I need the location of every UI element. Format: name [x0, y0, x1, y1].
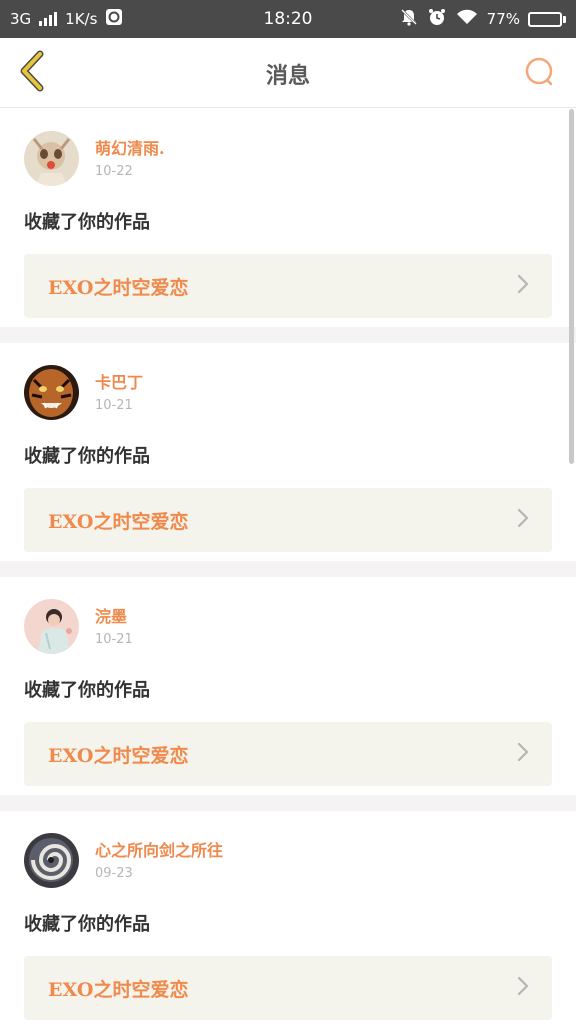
username[interactable]: 心之所向剑之所往 [95, 840, 223, 862]
message-date: 09-23 [95, 866, 133, 881]
message-action: 收藏了你的作品 [24, 446, 150, 467]
search-icon [523, 55, 557, 93]
chevron-right-icon [516, 975, 530, 1001]
message-meta: 卡巴丁 10-21 [95, 372, 143, 413]
work-title: EXO之时空爱恋 [48, 744, 189, 767]
message-action: 收藏了你的作品 [24, 680, 150, 701]
message-date: 10-22 [95, 164, 133, 179]
alarm-icon [427, 7, 447, 31]
message-header: 萌幻清雨. 10-22 [24, 131, 552, 186]
work-title: EXO之时空爱恋 [48, 978, 189, 1001]
search-button[interactable] [520, 54, 560, 94]
avatar[interactable] [24, 833, 79, 888]
message-card: 卡巴丁 10-21 收藏了你的作品 EXO之时空爱恋 [0, 343, 576, 561]
avatar[interactable] [24, 131, 79, 186]
message-card: 萌幻清雨. 10-22 收藏了你的作品 EXO之时空爱恋 [0, 109, 576, 327]
page-title: 消息 [265, 63, 310, 89]
battery-percent: 77% [486, 10, 520, 28]
chevron-right-icon [516, 507, 530, 533]
chevron-right-icon [516, 741, 530, 767]
message-date: 10-21 [95, 398, 133, 413]
work-link[interactable]: EXO之时空爱恋 [24, 488, 552, 552]
message-card: 心之所向剑之所往 09-23 收藏了你的作品 EXO之时空爱恋 [0, 811, 576, 1024]
message-action: 收藏了你的作品 [24, 914, 150, 935]
work-link[interactable]: EXO之时空爱恋 [24, 956, 552, 1020]
avatar[interactable] [24, 599, 79, 654]
username[interactable]: 浣墨 [95, 606, 133, 628]
message-meta: 浣墨 10-21 [95, 606, 133, 647]
username[interactable]: 卡巴丁 [95, 372, 143, 394]
message-header: 浣墨 10-21 [24, 599, 552, 654]
message-header: 心之所向剑之所往 09-23 [24, 833, 552, 888]
divider [0, 327, 576, 343]
bell-off-icon [399, 7, 419, 31]
wechat-icon [105, 8, 123, 30]
work-link[interactable]: EXO之时空爱恋 [24, 722, 552, 786]
work-title: EXO之时空爱恋 [48, 276, 189, 299]
avatar[interactable] [24, 365, 79, 420]
scrollbar[interactable] [569, 109, 574, 464]
message-meta: 萌幻清雨. 10-22 [95, 138, 165, 179]
network-speed: 1K/s [65, 10, 98, 28]
battery-icon [528, 11, 566, 27]
username[interactable]: 萌幻清雨. [95, 138, 165, 160]
divider [0, 795, 576, 811]
divider [0, 561, 576, 577]
status-bar: 3G 1K/s 18:20 77% [0, 0, 576, 38]
network-type: 3G [10, 10, 32, 28]
status-left: 3G 1K/s [10, 8, 123, 30]
signal-icon [39, 12, 58, 26]
work-link[interactable]: EXO之时空爱恋 [24, 254, 552, 318]
message-meta: 心之所向剑之所往 09-23 [95, 840, 223, 881]
chevron-right-icon [516, 273, 530, 299]
wifi-icon [455, 8, 479, 30]
status-right: 77% [399, 7, 566, 31]
message-header: 卡巴丁 10-21 [24, 365, 552, 420]
message-card: 浣墨 10-21 收藏了你的作品 EXO之时空爱恋 [0, 577, 576, 795]
work-title: EXO之时空爱恋 [48, 510, 189, 533]
message-date: 10-21 [95, 632, 133, 647]
message-list[interactable]: 萌幻清雨. 10-22 收藏了你的作品 EXO之时空爱恋 卡巴丁 10-21 收… [0, 109, 576, 1024]
nav-bar: 消息 [0, 38, 576, 108]
message-action: 收藏了你的作品 [24, 212, 150, 233]
